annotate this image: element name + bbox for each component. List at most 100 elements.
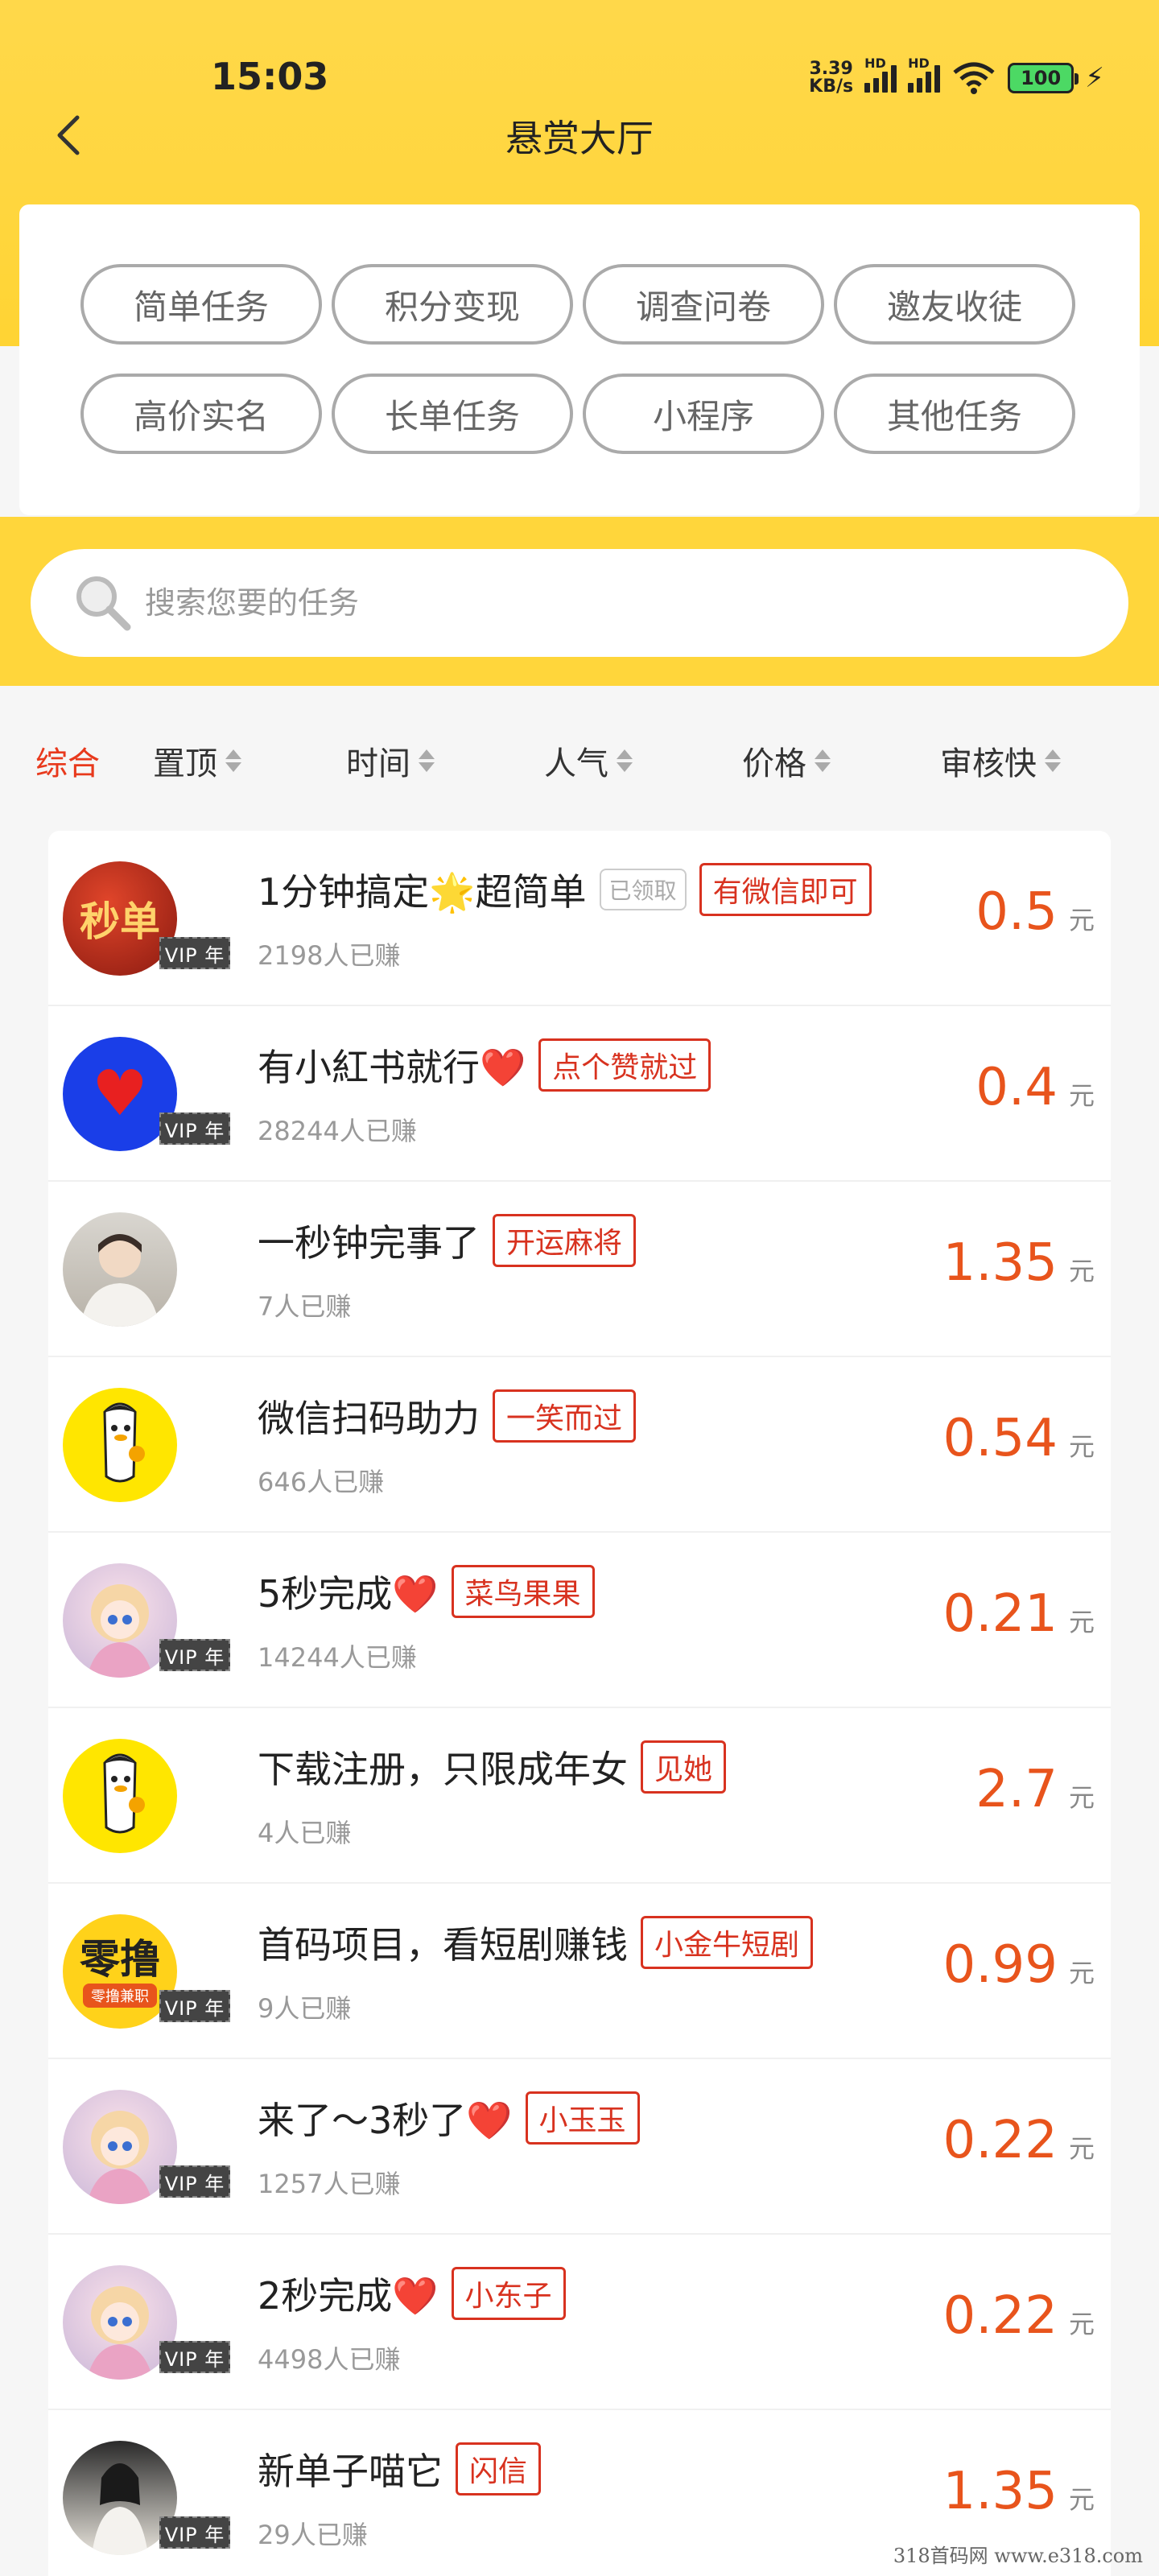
task-tag: 开运麻将 [493, 1214, 637, 1267]
earned-count: 4人已赚 [258, 1818, 352, 1848]
price-unit: 元 [1068, 2133, 1095, 2164]
task-title: 5秒完成❤️ [258, 1572, 439, 1616]
earned-count: 1257人已赚 [258, 2169, 401, 2199]
task-title-line: 首码项目，看短剧赚钱 小金牛短剧 [258, 1916, 814, 1969]
avatar [63, 1212, 177, 1327]
category-points-cash[interactable]: 积分变现 [332, 264, 573, 345]
vip-badge: VIP 年 [159, 1113, 230, 1145]
earned-count: 29人已赚 [258, 2520, 368, 2550]
category-card: 简单任务 积分变现 调查问卷 邀友收徒 高价实名 长单任务 小程序 其他任务 [19, 204, 1140, 515]
task-row[interactable]: 秒单 VIP 年 1分钟搞定🌟超简单 已领取 有微信即可 2198人已赚 0.5… [48, 831, 1111, 1006]
task-title: 一秒钟完事了 [258, 1221, 480, 1265]
task-tag: 小金牛短剧 [641, 1916, 814, 1969]
task-tag: 一笑而过 [493, 1389, 637, 1443]
page-title: 悬赏大厅 [505, 117, 654, 160]
price-value: 0.54 [942, 1409, 1058, 1468]
task-tag: 点个赞就过 [538, 1038, 711, 1092]
price: 0.99 元 [942, 1935, 1095, 1995]
price: 2.7 元 [975, 1760, 1095, 1819]
price: 1.35 元 [942, 1233, 1095, 1293]
heart-icon: ♥ [92, 1058, 148, 1130]
task-title: 来了～3秒了❤️ [258, 2099, 513, 2142]
task-title: 有小紅书就行❤️ [258, 1046, 526, 1089]
sort-fast-review[interactable]: 审核快 [940, 737, 1061, 784]
avatar [63, 1739, 177, 1853]
task-row[interactable]: 一秒钟完事了 开运麻将 7人已赚 1.35 元 [48, 1182, 1111, 1357]
task-tag: 小玉玉 [525, 2091, 640, 2145]
price-value: 0.5 [975, 882, 1058, 942]
category-other[interactable]: 其他任务 [834, 374, 1075, 454]
sort-arrows-icon [617, 749, 633, 772]
task-list: 秒单 VIP 年 1分钟搞定🌟超简单 已领取 有微信即可 2198人已赚 0.5… [48, 831, 1111, 2576]
vip-badge: VIP 年 [159, 2341, 230, 2373]
price-unit: 元 [1068, 1782, 1095, 1813]
price-value: 0.4 [975, 1058, 1058, 1117]
sort-arrows-icon [815, 749, 831, 772]
category-survey[interactable]: 调查问卷 [583, 264, 824, 345]
search-input[interactable] [145, 585, 1030, 621]
watermark: 318首码网 www.e318.com [893, 2545, 1143, 2567]
task-tag: 有微信即可 [699, 863, 872, 916]
task-tag: 见她 [641, 1740, 727, 1794]
task-row[interactable]: VIP 年 2秒完成❤️ 小东子 4498人已赚 0.22 元 [48, 2235, 1111, 2410]
earned-count: 9人已赚 [258, 1993, 352, 2024]
price-value: 0.22 [942, 2111, 1058, 2170]
sort-arrows-icon [1045, 749, 1061, 772]
task-tag: 小东子 [451, 2267, 566, 2320]
task-title: 下载注册，只限成年女 [258, 1748, 628, 1791]
nav-bar: 悬赏大厅 [0, 97, 1159, 169]
sort-comprehensive[interactable]: 综合 [35, 737, 100, 784]
price-unit: 元 [1068, 1958, 1095, 1988]
status-time: 15:03 [211, 55, 329, 98]
category-invite[interactable]: 邀友收徒 [834, 264, 1075, 345]
price-unit: 元 [1068, 1256, 1095, 1286]
price-unit: 元 [1068, 1431, 1095, 1462]
task-title-line: 有小紅书就行❤️ 点个赞就过 [258, 1038, 711, 1092]
duck-mascot-icon [103, 1402, 145, 1483]
price: 0.54 元 [942, 1409, 1095, 1468]
task-row[interactable]: ♥ VIP 年 有小紅书就行❤️ 点个赞就过 28244人已赚 0.4 元 [48, 1006, 1111, 1182]
status-icons: 3.39 KB/s HD HD 100 ⚡ [809, 56, 1104, 100]
task-title-line: 新单子喵它 闪信 [258, 2442, 542, 2496]
task-title-line: 1分钟搞定🌟超简单 已领取 有微信即可 [258, 863, 872, 916]
task-row[interactable]: 下载注册，只限成年女 见她 4人已赚 2.7 元 [48, 1708, 1111, 1884]
vip-badge: VIP 年 [159, 2516, 230, 2549]
battery-icon: 100 [1008, 63, 1079, 93]
earned-count: 28244人已赚 [258, 1116, 417, 1146]
price-unit: 元 [1068, 1080, 1095, 1111]
price: 0.22 元 [942, 2286, 1095, 2346]
task-row[interactable]: VIP 年 来了～3秒了❤️ 小玉玉 1257人已赚 0.22 元 [48, 2059, 1111, 2235]
earned-count: 4498人已赚 [258, 2344, 401, 2375]
task-title-line: 一秒钟完事了 开运麻将 [258, 1214, 637, 1267]
category-long-task[interactable]: 长单任务 [332, 374, 573, 454]
price: 0.5 元 [975, 882, 1095, 942]
category-high-price-realname[interactable]: 高价实名 [80, 374, 322, 454]
task-title: 新单子喵它 [258, 2450, 443, 2493]
sort-pinned[interactable]: 置顶 [153, 737, 241, 784]
sort-bar: 综合 置顶 时间 人气 价格 审核快 [0, 686, 1159, 831]
vip-badge: VIP 年 [159, 937, 230, 969]
task-row[interactable]: 零撸 零撸兼职 VIP 年 首码项目，看短剧赚钱 小金牛短剧 9人已赚 0.99… [48, 1884, 1111, 2059]
category-simple-task[interactable]: 简单任务 [80, 264, 322, 345]
price-value: 2.7 [975, 1760, 1058, 1819]
earned-count: 14244人已赚 [258, 1642, 417, 1673]
price: 0.22 元 [942, 2111, 1095, 2170]
category-mini-program[interactable]: 小程序 [583, 374, 824, 454]
task-title-line: 5秒完成❤️ 菜鸟果果 [258, 1565, 595, 1618]
duck-mascot-icon [103, 1753, 145, 1834]
task-title: 首码项目，看短剧赚钱 [258, 1923, 628, 1967]
network-speed: 3.39 KB/s [809, 59, 854, 97]
price: 0.21 元 [942, 1584, 1095, 1644]
task-title: 1分钟搞定🌟超简单 [258, 870, 587, 914]
sort-arrows-icon [419, 749, 435, 772]
price-unit: 元 [1068, 2309, 1095, 2339]
sort-popularity[interactable]: 人气 [544, 737, 633, 784]
price-value: 0.22 [942, 2286, 1058, 2346]
task-row[interactable]: 微信扫码助力 一笑而过 646人已赚 0.54 元 [48, 1357, 1111, 1533]
search-box[interactable] [31, 549, 1128, 657]
task-row[interactable]: VIP 年 5秒完成❤️ 菜鸟果果 14244人已赚 0.21 元 [48, 1533, 1111, 1708]
sort-time[interactable]: 时间 [346, 737, 435, 784]
sort-price[interactable]: 价格 [742, 737, 831, 784]
task-tag: 菜鸟果果 [451, 1565, 595, 1618]
sort-arrows-icon [225, 749, 241, 772]
